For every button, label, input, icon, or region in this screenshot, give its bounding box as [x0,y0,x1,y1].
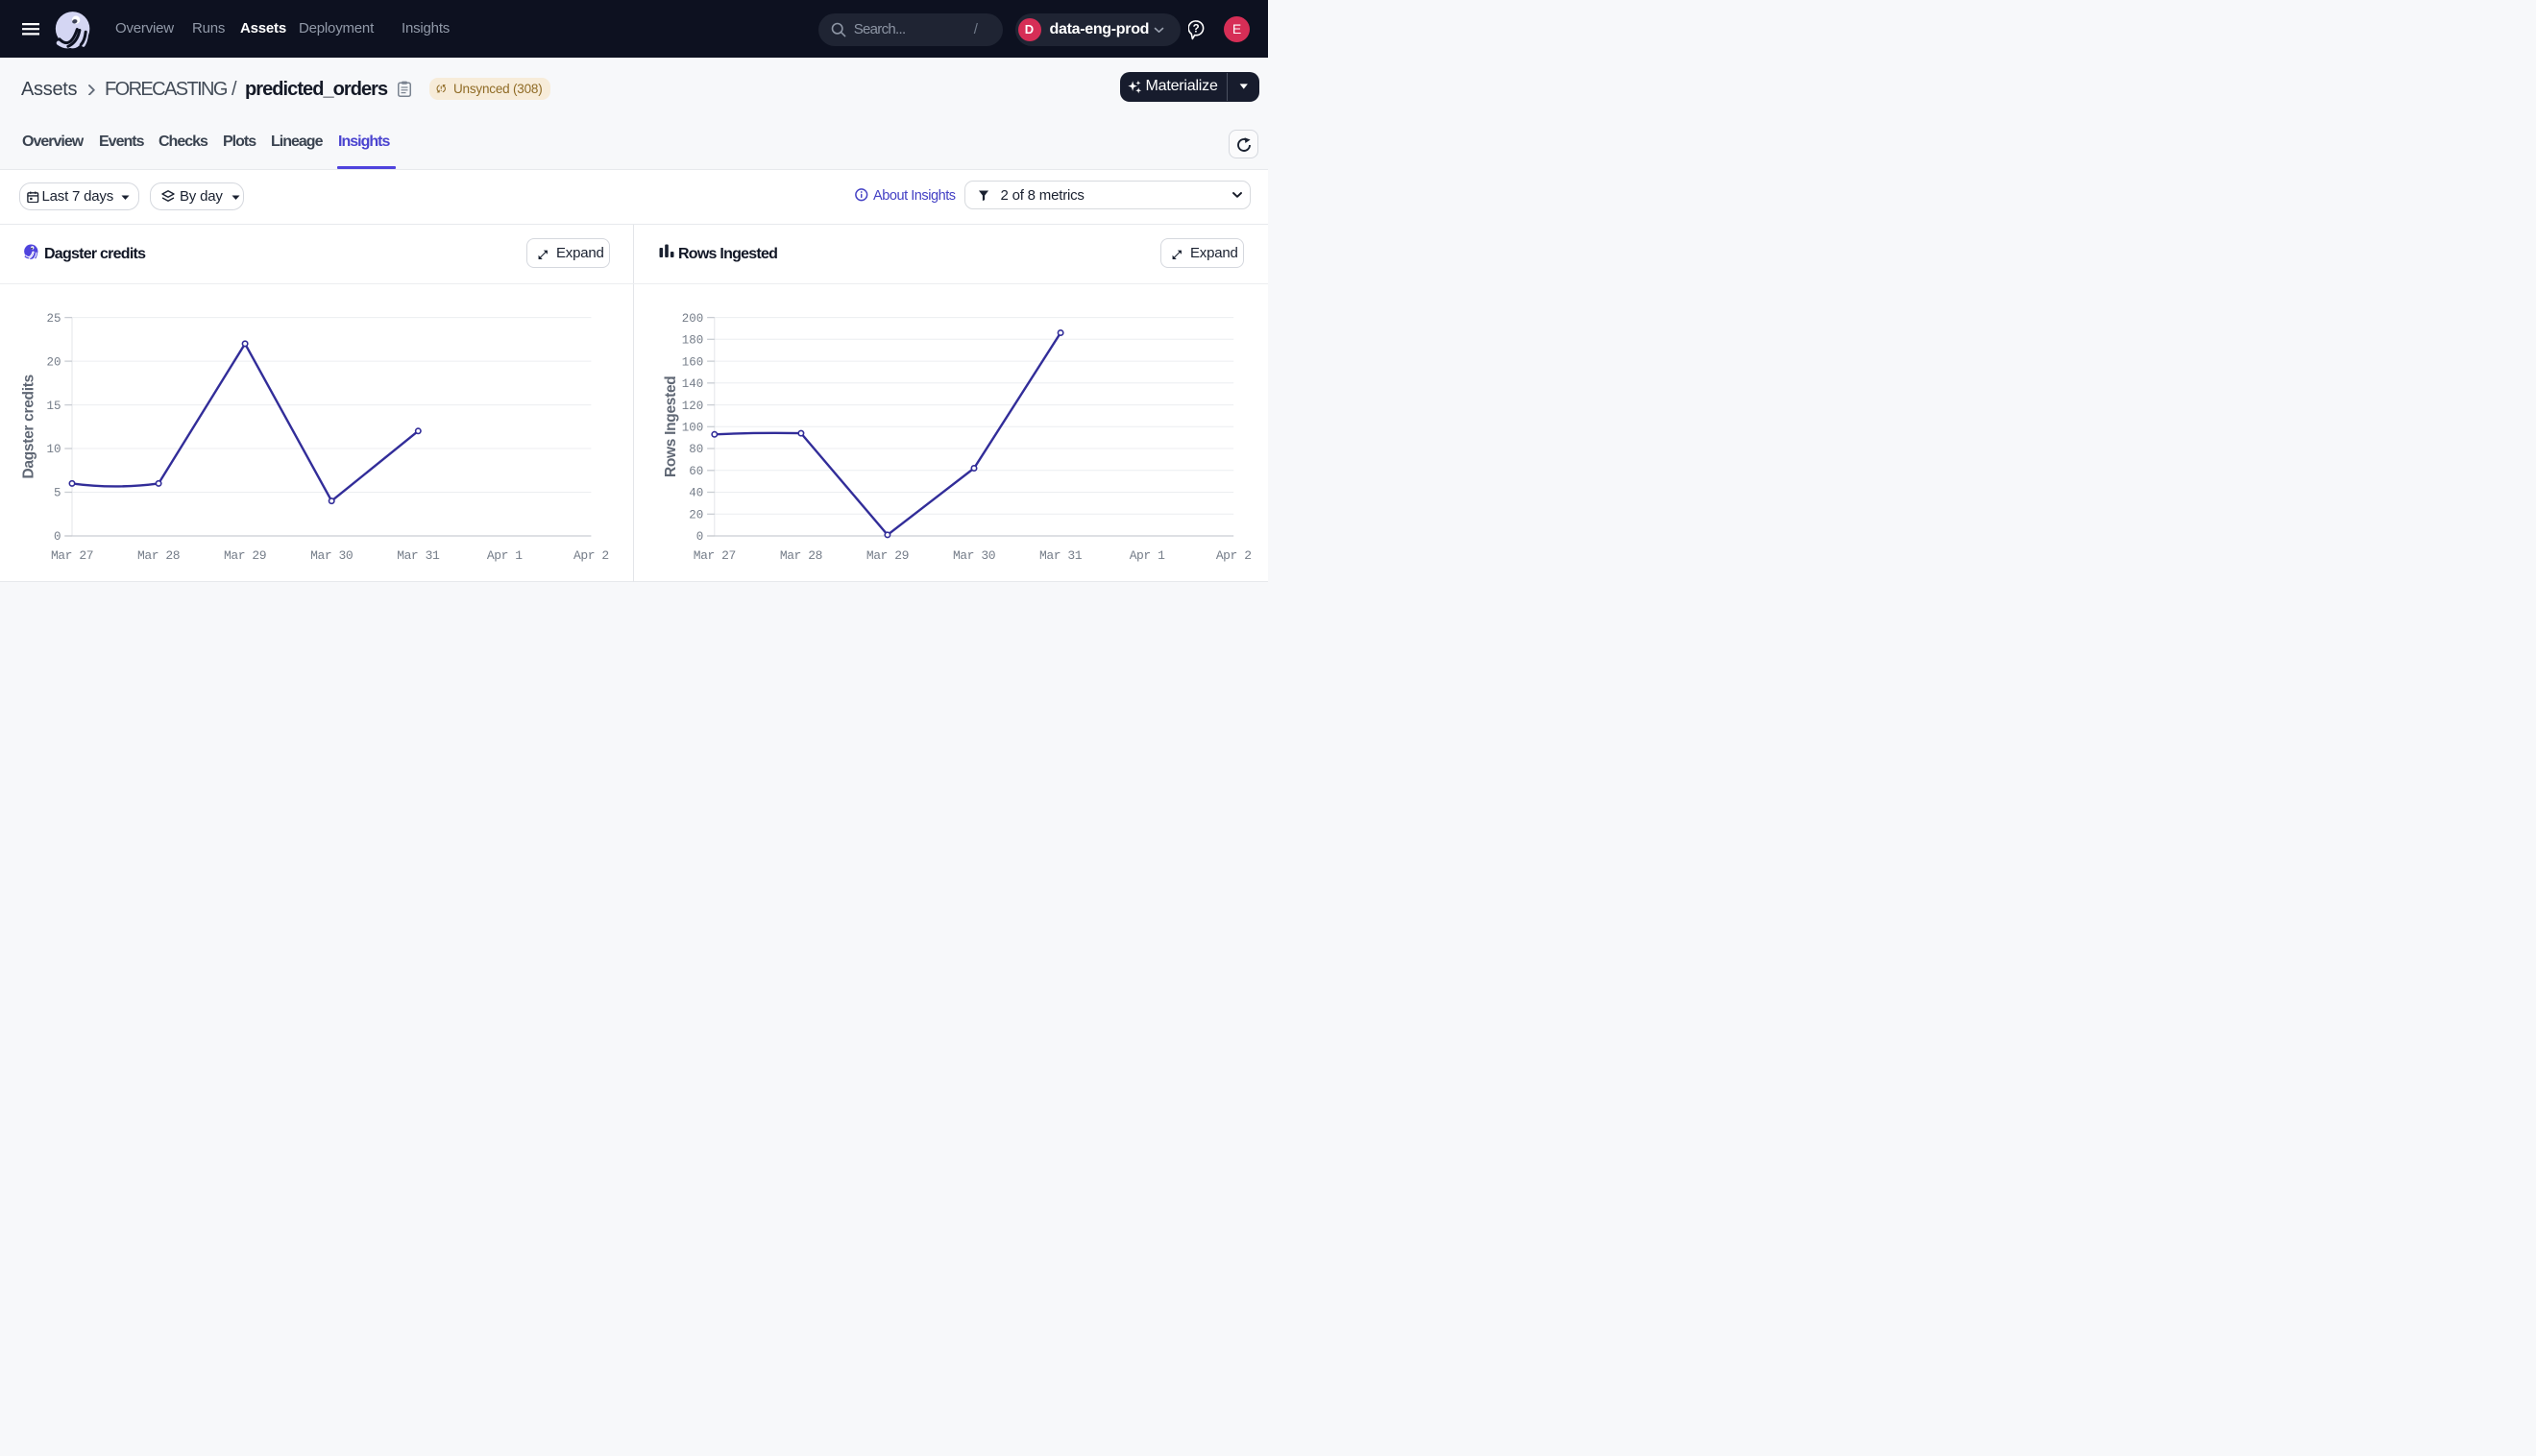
svg-text:Mar 28: Mar 28 [780,548,822,563]
svg-text:120: 120 [682,400,704,413]
svg-text:Mar 27: Mar 27 [51,548,93,563]
svg-text:Apr 2: Apr 2 [1216,548,1252,563]
svg-text:80: 80 [689,443,703,456]
svg-text:140: 140 [682,377,704,391]
svg-text:10: 10 [46,443,61,456]
svg-text:?: ? [1193,23,1200,35]
svg-text:Mar 30: Mar 30 [953,548,995,563]
svg-text:20: 20 [46,355,61,369]
svg-text:60: 60 [689,465,703,478]
svg-text:Apr 1: Apr 1 [1130,548,1165,563]
svg-text:Mar 29: Mar 29 [224,548,266,563]
svg-text:20: 20 [689,509,703,522]
svg-text:100: 100 [682,422,704,435]
svg-text:40: 40 [689,487,703,500]
svg-text:Mar 31: Mar 31 [397,548,440,563]
svg-text:Mar 29: Mar 29 [866,548,909,563]
svg-text:5: 5 [54,487,61,500]
svg-text:200: 200 [682,312,704,326]
svg-text:Dagster credits: Dagster credits [20,375,37,478]
svg-text:0: 0 [54,530,61,544]
svg-text:180: 180 [682,334,704,348]
svg-text:Apr 1: Apr 1 [487,548,523,563]
svg-text:15: 15 [46,400,61,413]
svg-text:Mar 31: Mar 31 [1039,548,1083,563]
svg-text:25: 25 [46,312,61,326]
svg-text:Apr 2: Apr 2 [573,548,609,563]
svg-text:Rows Ingested: Rows Ingested [663,376,679,477]
svg-text:0: 0 [696,530,704,544]
svg-text:Mar 27: Mar 27 [694,548,736,563]
svg-text:160: 160 [682,355,704,369]
svg-text:Mar 30: Mar 30 [310,548,353,563]
svg-text:Mar 28: Mar 28 [137,548,180,563]
